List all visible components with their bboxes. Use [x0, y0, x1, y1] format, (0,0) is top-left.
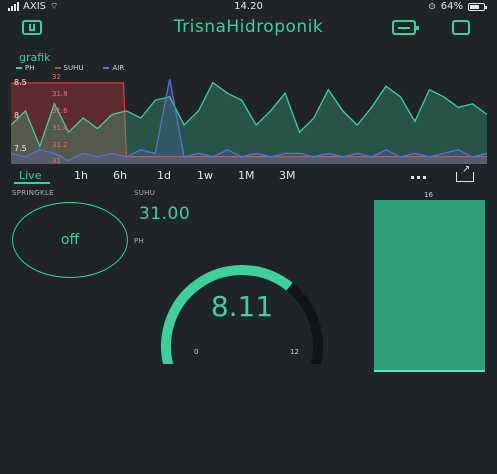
range-6h[interactable]: 6h	[113, 169, 127, 182]
range-1m[interactable]: 1M	[238, 169, 255, 182]
springkle-toggle-button[interactable]: off	[12, 202, 128, 278]
device-status-icon[interactable]	[392, 20, 419, 35]
ph-label: PH	[134, 237, 145, 245]
chart-title: grafik	[19, 51, 51, 64]
ytick-suhu: 31.2	[52, 141, 68, 149]
battery-info: ⊙ 64%	[428, 1, 487, 12]
range-1d[interactable]: 1d	[157, 169, 171, 182]
clock: 14.20	[234, 1, 263, 12]
app-header: TrisnaHidroponik	[0, 15, 497, 45]
ytick-suhu: 32	[52, 73, 61, 81]
legend-item-suhu[interactable]: SUHU	[54, 64, 83, 72]
ytick-suhu: 31.4	[52, 124, 68, 132]
range-3m[interactable]: 3M	[279, 169, 296, 182]
ytick-ph: 8	[14, 111, 20, 120]
ytick-suhu: 31.6	[52, 107, 68, 115]
suhu-value: 31.00	[139, 204, 191, 224]
springkle-state: off	[60, 232, 80, 248]
page-title: TrisnaHidroponik	[173, 17, 324, 37]
legend-item-ph[interactable]: PH	[16, 64, 35, 72]
active-range-indicator	[14, 182, 50, 184]
gauge-max-label: 12	[290, 348, 299, 356]
battery-percent: 64%	[440, 1, 463, 12]
ph-value: 8.11	[210, 290, 274, 323]
chart-legend: PH SUHU AIR	[16, 64, 124, 72]
ytick-ph: 8.5	[14, 78, 27, 87]
legend-item-air[interactable]: AIR	[103, 64, 124, 72]
history-chart[interactable]	[11, 72, 487, 164]
ytick-ph: 7.5	[14, 144, 27, 153]
range-live[interactable]: Live	[19, 169, 41, 182]
export-icon[interactable]	[456, 164, 474, 182]
level-indicator-line	[374, 370, 485, 372]
ytick-suhu: 31	[52, 157, 61, 165]
range-1h[interactable]: 1h	[74, 169, 88, 182]
level-max-label: 16	[424, 191, 433, 199]
level-bar	[374, 200, 485, 372]
springkle-label: SPRINGKLE	[12, 189, 54, 197]
suhu-label: SUHU	[134, 189, 156, 197]
range-1w[interactable]: 1w	[197, 169, 213, 182]
battery-icon	[468, 2, 487, 11]
gauge-min-label: 0	[194, 348, 199, 356]
ytick-suhu: 31.8	[52, 90, 68, 98]
status-bar: AXIS ⌔ 14.20 ⊙ 64%	[0, 0, 497, 15]
more-icon[interactable]	[411, 176, 426, 179]
stop-icon[interactable]	[452, 20, 470, 35]
alarm-icon: ⊙	[428, 1, 436, 12]
